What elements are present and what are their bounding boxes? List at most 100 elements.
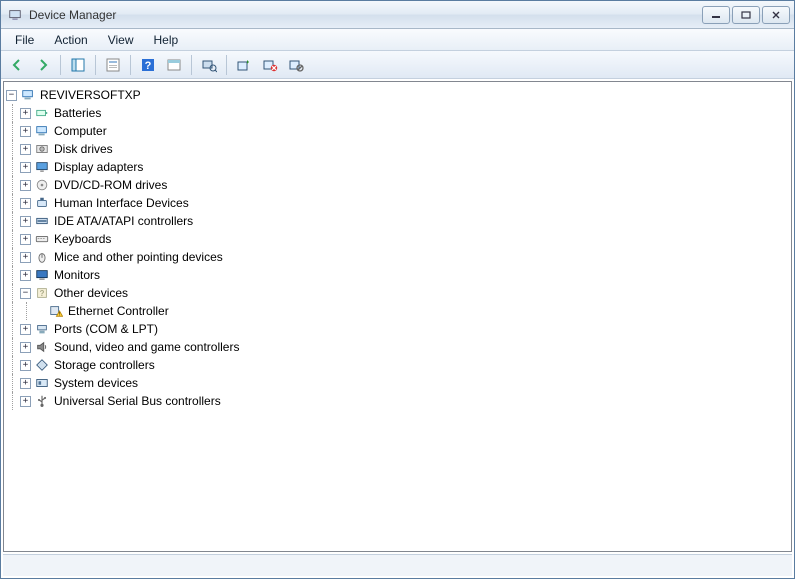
- tree-indent: [20, 302, 34, 320]
- svg-text:?: ?: [145, 60, 152, 72]
- tree-node-label: Ports (COM & LPT): [54, 322, 158, 336]
- tree-node[interactable]: !Ethernet Controller: [6, 302, 789, 320]
- hid-icon: [34, 195, 50, 211]
- toolbar: ?: [1, 51, 794, 79]
- tree-node-label: REVIVERSOFTXP: [40, 88, 141, 102]
- tree-node-label: DVD/CD-ROM drives: [54, 178, 167, 192]
- port-icon: [34, 321, 50, 337]
- tree-node-label: Computer: [54, 124, 107, 138]
- tree-node-label: Storage controllers: [54, 358, 155, 372]
- expand-icon[interactable]: +: [20, 216, 31, 227]
- computer-icon: [34, 123, 50, 139]
- expand-icon[interactable]: +: [20, 144, 31, 155]
- warning-device-icon: !: [48, 303, 64, 319]
- menu-file[interactable]: File: [5, 31, 44, 49]
- menubar: File Action View Help: [1, 29, 794, 51]
- tree-node-label: Other devices: [54, 286, 128, 300]
- tree-node-label: Monitors: [54, 268, 100, 282]
- tree-node[interactable]: + Monitors: [6, 266, 789, 284]
- tree-node[interactable]: +Disk drives: [6, 140, 789, 158]
- tree-node[interactable]: −? Other devices: [6, 284, 789, 302]
- tree-node[interactable]: + Keyboards: [6, 230, 789, 248]
- forward-button[interactable]: [31, 54, 55, 76]
- collapse-icon[interactable]: −: [6, 90, 17, 101]
- tree-node-label: Display adapters: [54, 160, 143, 174]
- tree-node[interactable]: + Ports (COM & LPT): [6, 320, 789, 338]
- expand-icon[interactable]: +: [20, 234, 31, 245]
- svg-text:?: ?: [40, 289, 45, 298]
- expand-icon[interactable]: +: [20, 270, 31, 281]
- expand-icon[interactable]: +: [20, 324, 31, 335]
- tree-node-label: Batteries: [54, 106, 101, 120]
- tree-indent: [6, 140, 20, 158]
- tree-node-label: IDE ATA/ATAPI controllers: [54, 214, 193, 228]
- expand-icon[interactable]: +: [20, 342, 31, 353]
- display-icon: [34, 159, 50, 175]
- disk-icon: [34, 141, 50, 157]
- statusbar: [3, 554, 792, 576]
- expand-icon[interactable]: +: [20, 180, 31, 191]
- uninstall-button[interactable]: [258, 54, 282, 76]
- tree-node[interactable]: + DVD/CD-ROM drives: [6, 176, 789, 194]
- minimize-button[interactable]: [702, 6, 730, 24]
- expand-icon[interactable]: +: [20, 360, 31, 371]
- tree-node[interactable]: + Computer: [6, 122, 789, 140]
- tree-node[interactable]: + Sound, video and game controllers: [6, 338, 789, 356]
- tree-indent: [6, 194, 20, 212]
- blank-expander: [34, 306, 45, 317]
- tree-indent: [6, 122, 20, 140]
- tree-node-label: Sound, video and game controllers: [54, 340, 239, 354]
- tree-node[interactable]: +Universal Serial Bus controllers: [6, 392, 789, 410]
- toolbar-separator: [95, 55, 96, 75]
- show-hide-tree-button[interactable]: [66, 54, 90, 76]
- tree-indent: [6, 356, 20, 374]
- collapse-icon[interactable]: −: [20, 288, 31, 299]
- tree-indent: [6, 320, 20, 338]
- tree-indent: [6, 230, 20, 248]
- scan-hardware-button[interactable]: [197, 54, 221, 76]
- tree-indent: [6, 176, 20, 194]
- update-driver-button[interactable]: [232, 54, 256, 76]
- monitor-icon: [34, 267, 50, 283]
- tree-indent: [6, 284, 20, 302]
- expand-icon[interactable]: +: [20, 198, 31, 209]
- disable-button[interactable]: [284, 54, 308, 76]
- tree-node[interactable]: + Storage controllers: [6, 356, 789, 374]
- tree-node[interactable]: + Human Interface Devices: [6, 194, 789, 212]
- action-button[interactable]: [162, 54, 186, 76]
- menu-action[interactable]: Action: [44, 31, 97, 49]
- tree-node[interactable]: − REVIVERSOFTXP: [6, 86, 789, 104]
- tree-indent: [6, 266, 20, 284]
- device-tree[interactable]: − REVIVERSOFTXP + Batteries + Computer +Disk d…: [3, 81, 792, 552]
- expand-icon[interactable]: +: [20, 252, 31, 263]
- tree-node[interactable]: + IDE ATA/ATAPI controllers: [6, 212, 789, 230]
- close-button[interactable]: [762, 6, 790, 24]
- expand-icon[interactable]: +: [20, 396, 31, 407]
- expand-icon[interactable]: +: [20, 378, 31, 389]
- battery-icon: [34, 105, 50, 121]
- titlebar[interactable]: Device Manager: [1, 1, 794, 29]
- properties-button[interactable]: [101, 54, 125, 76]
- ide-icon: [34, 213, 50, 229]
- menu-view[interactable]: View: [98, 31, 144, 49]
- tree-node-label: Human Interface Devices: [54, 196, 189, 210]
- tree-node[interactable]: +Mice and other pointing devices: [6, 248, 789, 266]
- tree-node[interactable]: + Batteries: [6, 104, 789, 122]
- back-button[interactable]: [5, 54, 29, 76]
- help-button[interactable]: ?: [136, 54, 160, 76]
- expand-icon[interactable]: +: [20, 162, 31, 173]
- tree-node[interactable]: +System devices: [6, 374, 789, 392]
- window-controls: [702, 6, 790, 24]
- tree-node-label: Keyboards: [54, 232, 111, 246]
- menu-help[interactable]: Help: [144, 31, 189, 49]
- tree-node[interactable]: + Display adapters: [6, 158, 789, 176]
- expand-icon[interactable]: +: [20, 126, 31, 137]
- expand-icon[interactable]: +: [20, 108, 31, 119]
- svg-text:!: !: [59, 312, 60, 318]
- system-icon: [34, 375, 50, 391]
- maximize-button[interactable]: [732, 6, 760, 24]
- toolbar-separator: [130, 55, 131, 75]
- tree-indent: [6, 248, 20, 266]
- app-icon: [7, 7, 23, 23]
- tree-indent: [6, 104, 20, 122]
